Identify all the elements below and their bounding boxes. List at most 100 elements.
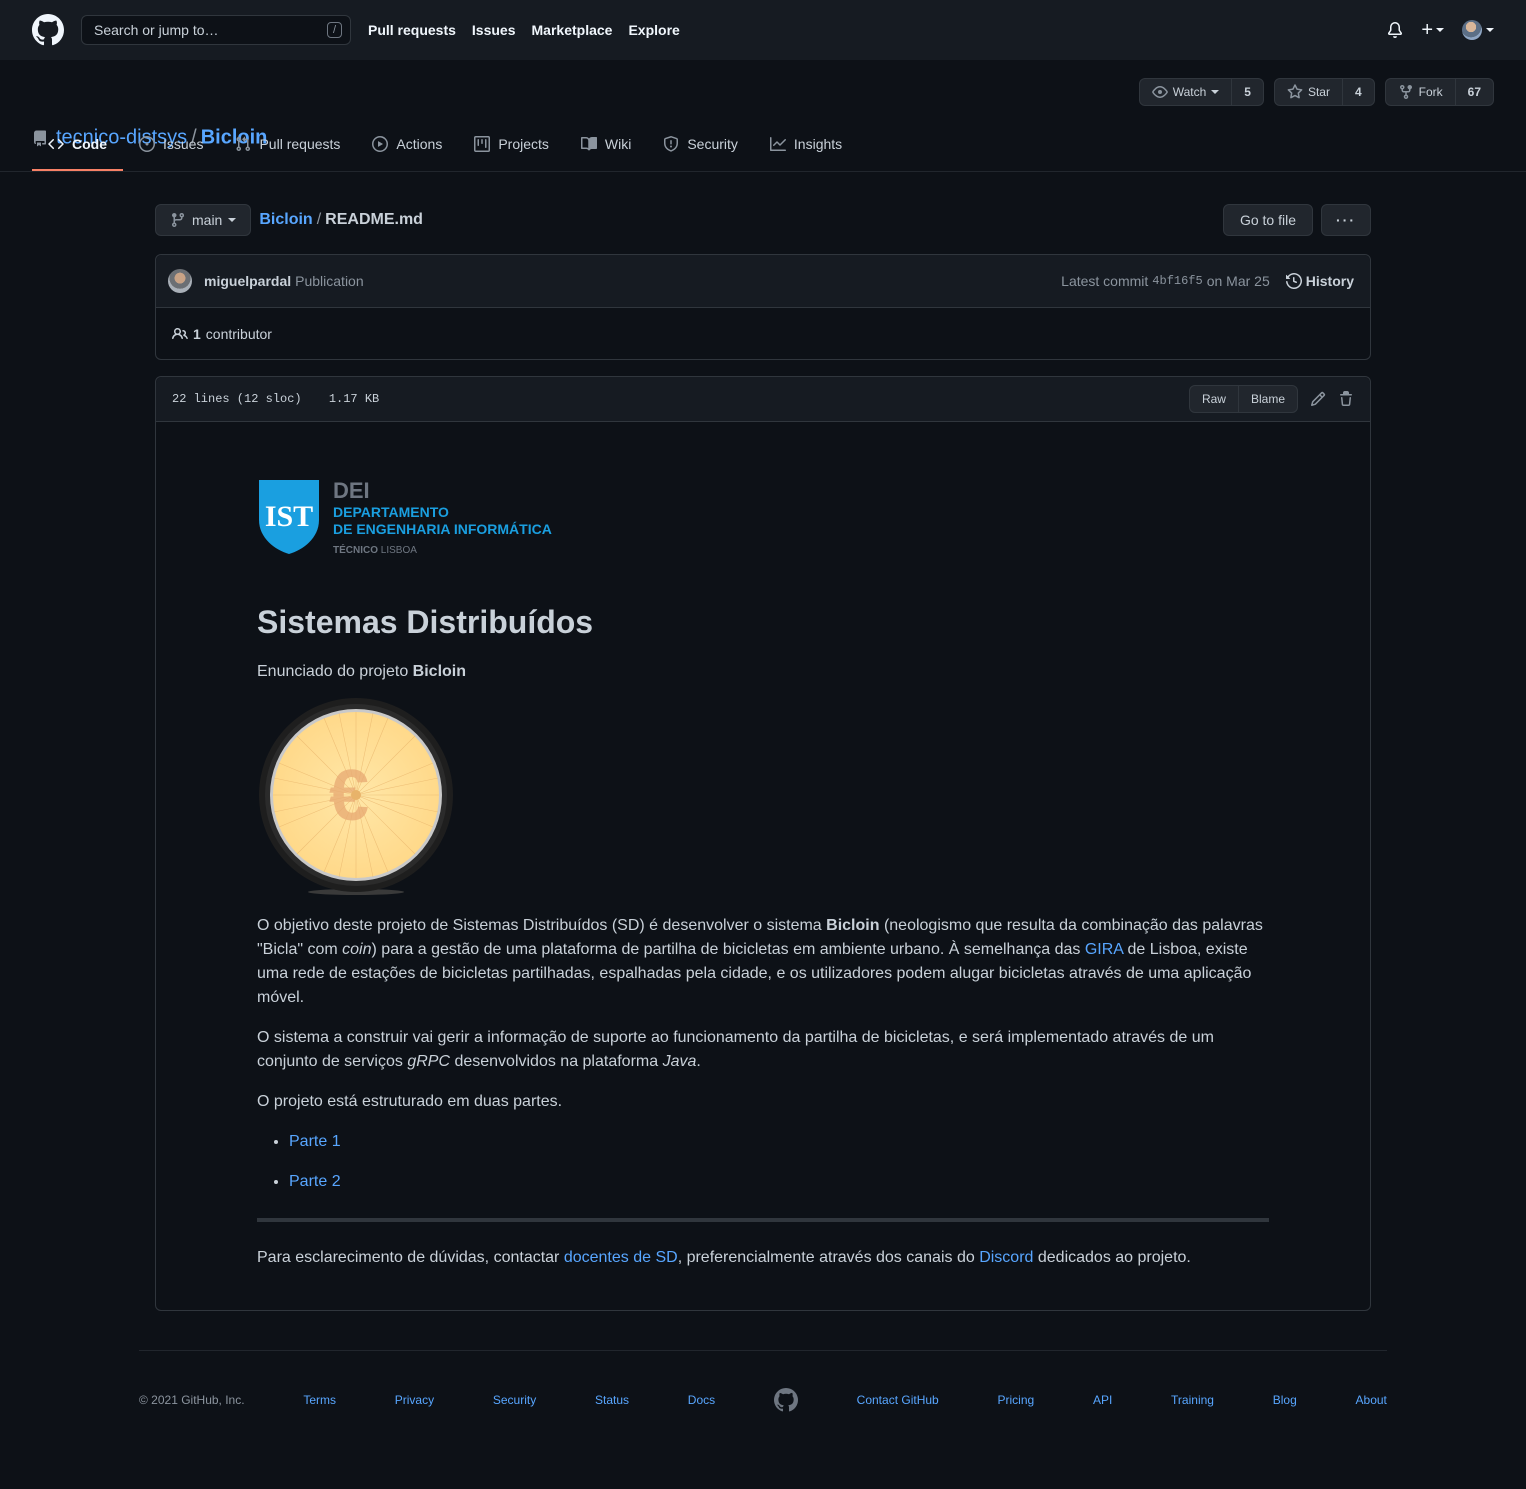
fork-count[interactable]: 67 — [1456, 79, 1493, 105]
discord-link[interactable]: Discord — [979, 1249, 1033, 1266]
breadcrumb-repo-link[interactable]: Bicloin — [259, 211, 312, 228]
raw-button[interactable]: Raw — [1190, 386, 1238, 412]
commit-box: miguelpardal Publication Latest commit 4… — [155, 254, 1371, 360]
history-link[interactable]: History — [1285, 273, 1354, 289]
readme-paragraph-2: O sistema a construir vai gerir a inform… — [257, 1026, 1269, 1074]
main-content: main Bicloin / README.md Go to file ··· mi… — [155, 172, 1371, 1311]
github-logo-icon[interactable] — [32, 14, 81, 46]
tab-code-label: Code — [72, 136, 107, 152]
chevron-down-icon — [1211, 90, 1220, 94]
repo-tabs: Code Issues Pull requests Actions Projec… — [32, 119, 858, 171]
intro-bold: Bicloin — [412, 663, 467, 680]
nav-pull-requests[interactable]: Pull requests — [368, 22, 456, 38]
fork-icon — [1399, 85, 1412, 100]
parte-1-link[interactable]: Parte 1 — [289, 1133, 341, 1150]
chevron-down-icon — [228, 218, 237, 222]
tab-security-label: Security — [687, 136, 738, 152]
footer-terms-link[interactable]: Terms — [303, 1393, 336, 1407]
go-to-file-button[interactable]: Go to file — [1222, 204, 1313, 236]
dei-logo: IST DEI DEPARTAMENTO DE ENGENHARIA INFOR… — [257, 478, 1269, 558]
footer-security-link[interactable]: Security — [493, 1393, 536, 1407]
list-item: Parte 2 — [289, 1170, 1269, 1194]
star-button[interactable]: Star 4 — [1273, 78, 1375, 106]
p1-bold: Bicloin — [826, 917, 880, 934]
readme-paragraph-4: Para esclarecimento de dúvidas, contacta… — [257, 1246, 1269, 1270]
dei-abbr: DEI — [333, 478, 370, 503]
path-actions: Go to file ··· — [1222, 204, 1371, 236]
p4-a: Para esclarecimento de dúvidas, contacta… — [257, 1249, 564, 1266]
github-mark-icon[interactable] — [773, 1387, 798, 1412]
tab-wiki-label: Wiki — [604, 136, 632, 152]
tab-projects[interactable]: Projects — [458, 119, 565, 171]
plus-icon: + — [1421, 18, 1433, 41]
trash-icon[interactable] — [1338, 391, 1354, 407]
divider — [257, 1218, 1269, 1222]
tab-insights-label: Insights — [793, 136, 843, 152]
contributors-row[interactable]: 1 contributor — [156, 308, 1370, 359]
watch-button[interactable]: Watch 5 — [1138, 78, 1264, 106]
tab-code[interactable]: Code — [32, 119, 123, 171]
tab-insights[interactable]: Insights — [754, 119, 858, 171]
list-item: Parte 1 — [289, 1130, 1269, 1154]
tab-pull-requests-label: Pull requests — [259, 136, 341, 152]
footer-contact-link[interactable]: Contact GitHub — [857, 1393, 939, 1407]
search-input[interactable]: Search or jump to… / — [81, 15, 351, 45]
header-actions: + — [1387, 19, 1494, 42]
blame-button[interactable]: Blame — [1237, 386, 1297, 412]
footer-training-link[interactable]: Training — [1171, 1393, 1214, 1407]
watch-count[interactable]: 5 — [1232, 79, 1263, 105]
graph-icon — [769, 137, 786, 151]
nav-issues[interactable]: Issues — [472, 22, 516, 38]
footer-about-link[interactable]: About — [1356, 1393, 1387, 1407]
user-menu[interactable] — [1462, 20, 1494, 40]
commit-message-link[interactable]: Publication — [295, 273, 364, 289]
issue-icon — [139, 136, 155, 152]
star-label-wrap: Star — [1275, 79, 1343, 105]
chevron-down-icon — [1436, 28, 1444, 32]
breadcrumb-separator: / — [316, 211, 322, 228]
tab-security[interactable]: Security — [647, 119, 754, 171]
dei-institution: TÉCNICO LISBOA — [333, 543, 552, 559]
docentes-link[interactable]: docentes de SD — [564, 1249, 678, 1266]
footer-pricing-link[interactable]: Pricing — [997, 1393, 1034, 1407]
more-options-button[interactable]: ··· — [1321, 204, 1371, 236]
shield-icon — [664, 136, 679, 152]
bell-icon[interactable] — [1387, 22, 1403, 38]
create-new-menu[interactable]: + — [1421, 19, 1444, 42]
tab-pull-requests[interactable]: Pull requests — [219, 119, 356, 171]
global-header: Search or jump to… / Pull requests Issue… — [0, 0, 1526, 60]
tab-actions[interactable]: Actions — [356, 119, 458, 171]
repo-header: tecnico-distsys / Bicloin Watch 5 Star 4… — [0, 60, 1526, 172]
footer-status-link[interactable]: Status — [595, 1393, 629, 1407]
tab-wiki[interactable]: Wiki — [565, 119, 647, 171]
p2-e: . — [696, 1053, 701, 1070]
nav-explore[interactable]: Explore — [628, 22, 679, 38]
readme-intro: Enunciado do projeto Bicloin — [257, 660, 1269, 684]
avatar[interactable] — [168, 269, 192, 293]
file-info: 22 lines (12 sloc) 1.17 KB — [172, 392, 379, 406]
watch-label: Watch — [1172, 85, 1207, 99]
eye-icon — [1151, 86, 1168, 98]
commit-sha-link[interactable]: 4bf16f5 — [1152, 274, 1202, 288]
p4-b: , preferencialmente através dos canais d… — [677, 1249, 980, 1266]
gira-link[interactable]: GIRA — [1085, 941, 1123, 958]
footer-docs-link[interactable]: Docs — [688, 1393, 715, 1407]
branch-name: main — [192, 212, 223, 228]
copyright: © 2021 GitHub, Inc. — [139, 1392, 245, 1407]
footer-api-link[interactable]: API — [1093, 1393, 1112, 1407]
pencil-icon[interactable] — [1310, 391, 1326, 407]
footer-blog-link[interactable]: Blog — [1273, 1393, 1297, 1407]
fork-button[interactable]: Fork 67 — [1384, 78, 1494, 106]
commit-meta: Latest commit 4bf16f5 on Mar 25 History — [1061, 273, 1354, 289]
parte-2-link[interactable]: Parte 2 — [289, 1173, 341, 1190]
branch-selector[interactable]: main — [155, 204, 252, 236]
footer-privacy-link[interactable]: Privacy — [395, 1393, 434, 1407]
nav-marketplace[interactable]: Marketplace — [532, 22, 613, 38]
star-count[interactable]: 4 — [1343, 79, 1374, 105]
tab-issues[interactable]: Issues — [123, 119, 219, 171]
bicloin-wheel-image: € — [259, 698, 453, 895]
commit-author-link[interactable]: miguelpardal — [204, 273, 291, 289]
dei-line2: DE ENGENHARIA INFORMÁTICA — [333, 521, 552, 537]
search-placeholder: Search or jump to… — [94, 22, 219, 38]
latest-commit-label: Latest commit — [1061, 273, 1149, 289]
